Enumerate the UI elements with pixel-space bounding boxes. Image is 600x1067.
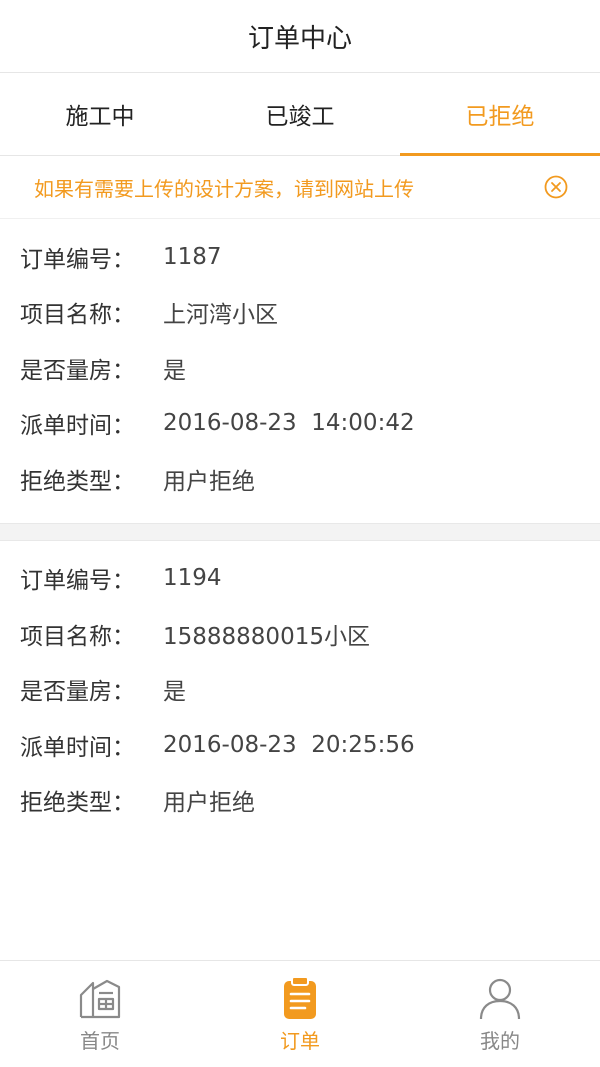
tabbar-home[interactable]: 首页 [0, 961, 200, 1067]
measured-row: 是否量房： 是 [0, 662, 600, 718]
tab-in-construction[interactable]: 施工中 [0, 73, 200, 155]
order-card[interactable]: 订单编号： 1194 项目名称： 15888880015小区 是否量房： 是 派… [0, 541, 600, 845]
order-number-label: 订单编号： [20, 568, 135, 595]
tab-rejected[interactable]: 已拒绝 [400, 73, 600, 156]
reject-type-row: 拒绝类型： 用户拒绝 [0, 451, 600, 507]
order-number-row: 订单编号： 1187 [0, 229, 600, 285]
reject-type-label: 拒绝类型： [20, 790, 135, 817]
reject-type-label: 拒绝类型： [20, 468, 135, 495]
tabbar-orders-label: 订单 [280, 1028, 320, 1053]
dispatch-time-row: 派单时间： 2016-08-23 20:25:56 [0, 717, 600, 773]
order-status-tabs: 施工中 已竣工 已拒绝 [0, 73, 600, 156]
measured-value: 是 [163, 357, 186, 384]
project-name-value: 上河湾小区 [163, 302, 278, 329]
reject-type-row: 拒绝类型： 用户拒绝 [0, 773, 600, 829]
reject-type-value: 用户拒绝 [163, 468, 255, 495]
project-name-label: 项目名称： [20, 623, 135, 650]
tabbar-orders[interactable]: 订单 [200, 961, 400, 1067]
project-name-label: 项目名称： [20, 302, 135, 329]
close-icon[interactable] [544, 175, 568, 199]
tab-completed[interactable]: 已竣工 [200, 73, 400, 155]
page-title: 订单中心 [247, 23, 352, 54]
measured-label: 是否量房： [20, 357, 135, 384]
dispatch-time-row: 派单时间： 2016-08-23 14:00:42 [0, 396, 600, 452]
project-name-value: 15888880015小区 [163, 623, 370, 650]
page-header: 订单中心 [0, 0, 600, 73]
measured-value: 是 [163, 679, 186, 706]
user-icon [479, 978, 521, 1019]
order-number-row: 订单编号： 1194 [0, 551, 600, 607]
project-name-row: 项目名称： 上河湾小区 [0, 285, 600, 341]
dispatch-time-label: 派单时间： [20, 734, 135, 761]
reject-type-value: 用户拒绝 [163, 790, 255, 817]
order-number-value: 1194 [163, 565, 222, 592]
order-number-label: 订单编号： [20, 246, 135, 273]
dispatch-time-label: 派单时间： [20, 413, 135, 440]
upload-notice-text: 如果有需要上传的设计方案，请到网站上传 [34, 176, 414, 201]
tabbar-home-label: 首页 [80, 1028, 120, 1053]
dispatch-time-value: 2016-08-23 20:25:56 [163, 731, 415, 758]
measured-row: 是否量房： 是 [0, 340, 600, 396]
home-building-icon [79, 979, 121, 1018]
clipboard-icon [284, 975, 316, 1019]
order-number-value: 1187 [163, 243, 222, 270]
tabbar-profile[interactable]: 我的 [400, 961, 600, 1067]
tabbar-profile-label: 我的 [480, 1028, 520, 1053]
project-name-row: 项目名称： 15888880015小区 [0, 606, 600, 662]
order-card[interactable]: 订单编号： 1187 项目名称： 上河湾小区 是否量房： 是 派单时间： 201… [0, 219, 600, 523]
measured-label: 是否量房： [20, 679, 135, 706]
card-divider [0, 522, 600, 541]
upload-notice-banner: 如果有需要上传的设计方案，请到网站上传 [0, 156, 600, 219]
bottom-tab-bar: 首页 订单 我的 [0, 960, 600, 1067]
dispatch-time-value: 2016-08-23 14:00:42 [163, 410, 415, 437]
